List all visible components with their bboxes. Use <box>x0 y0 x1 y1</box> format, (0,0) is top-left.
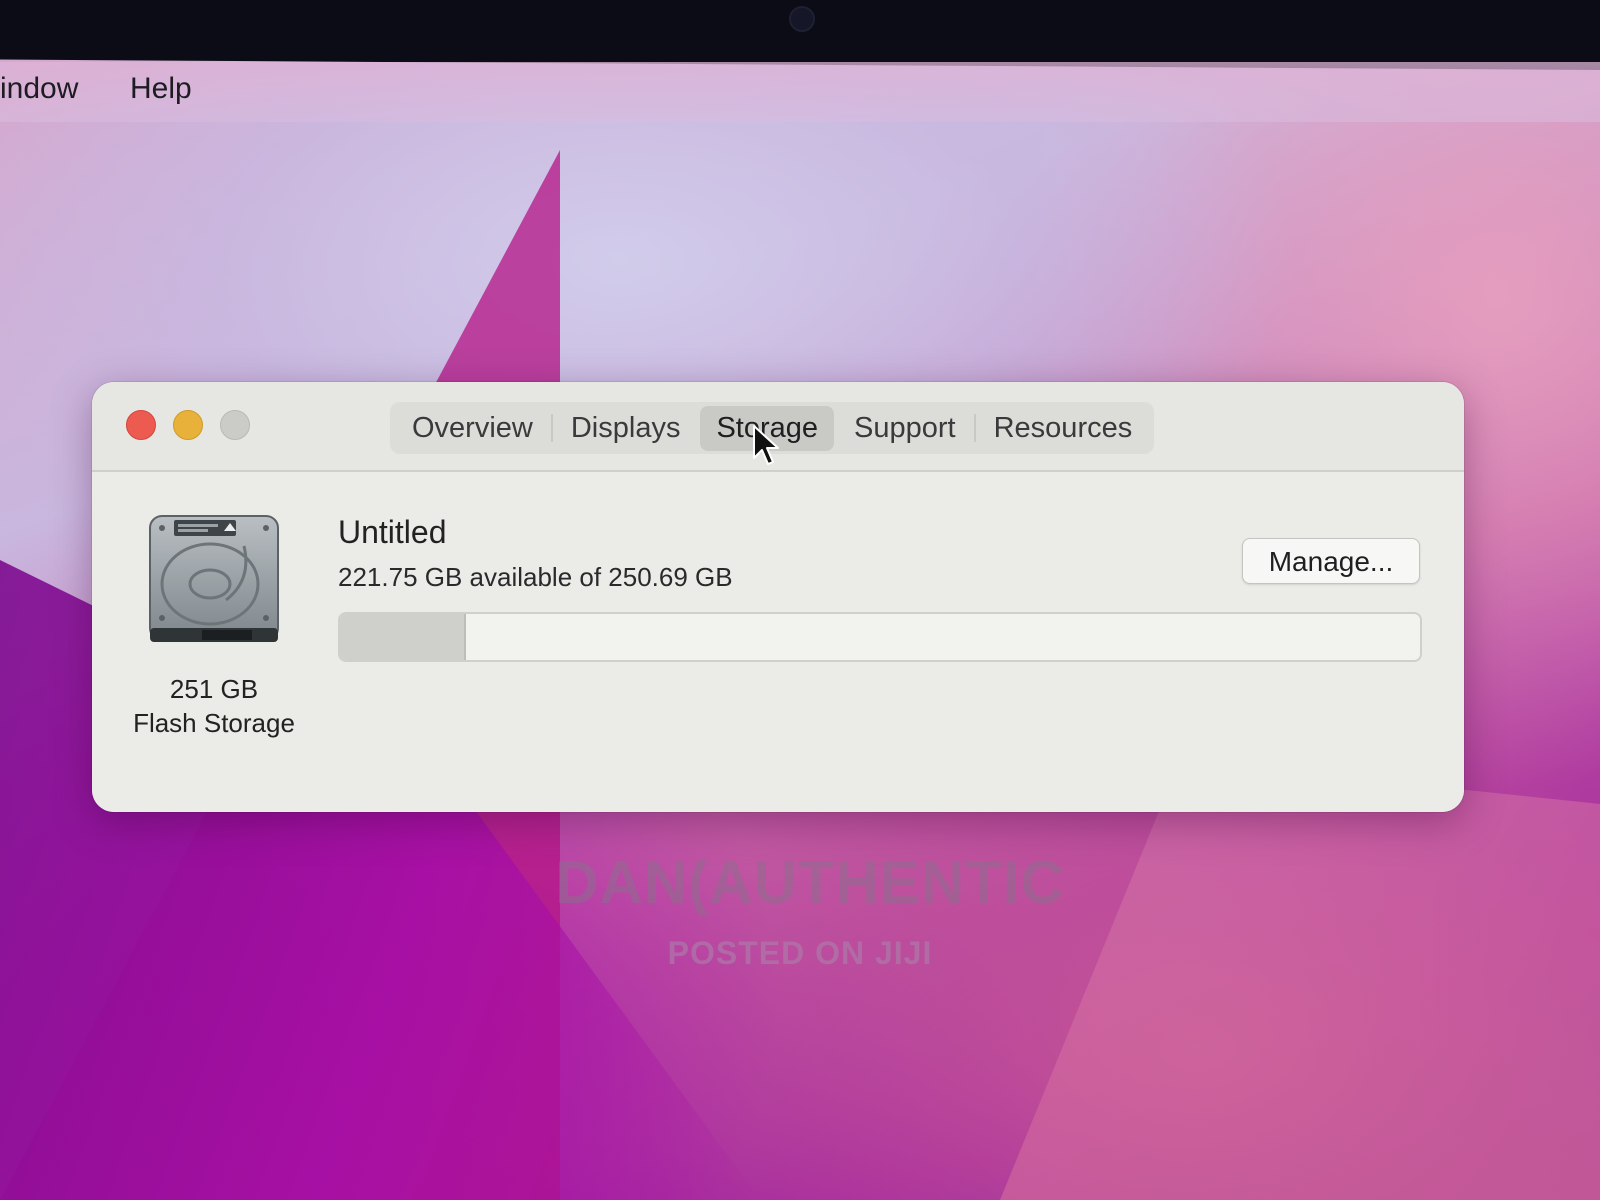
wallpaper-shape <box>1000 760 1600 1200</box>
storage-pane: 251 GB Flash Storage Untitled 221.75 GB … <box>92 472 1464 812</box>
volume-availability: 221.75 GB available of 250.69 GB <box>338 562 733 592</box>
manage-button[interactable]: Manage... <box>1242 538 1420 584</box>
zoom-button[interactable] <box>220 410 250 440</box>
tab-support[interactable]: Support <box>838 406 972 451</box>
watermark-text: DAN(AUTHENTIC <box>555 849 1065 916</box>
close-button[interactable] <box>126 410 156 440</box>
tab-divider <box>550 414 553 442</box>
camera-icon <box>789 6 815 32</box>
disk-capacity: 251 GB <box>169 674 259 704</box>
tab-displays[interactable]: Displays <box>555 406 697 451</box>
mouse-pointer-icon <box>752 424 782 468</box>
menu-help[interactable]: Help <box>130 72 192 106</box>
disk-type: Flash Storage <box>133 708 295 738</box>
tab-divider <box>973 414 976 442</box>
minimize-button[interactable] <box>173 410 203 440</box>
storage-usage-bar <box>338 612 1422 662</box>
tab-resources[interactable]: Resources <box>978 406 1149 451</box>
disk-caption: 251 GB Flash Storage <box>112 672 316 740</box>
menu-window[interactable]: indow <box>0 72 78 106</box>
watermark-subtext: POSTED ON JIJI <box>667 935 933 971</box>
hard-drive-icon <box>144 510 284 650</box>
storage-used-segment <box>340 614 467 660</box>
tab-overview[interactable]: Overview <box>396 406 549 451</box>
volume-name: Untitled <box>338 514 447 550</box>
menu-bar: indow Help <box>0 62 1600 122</box>
